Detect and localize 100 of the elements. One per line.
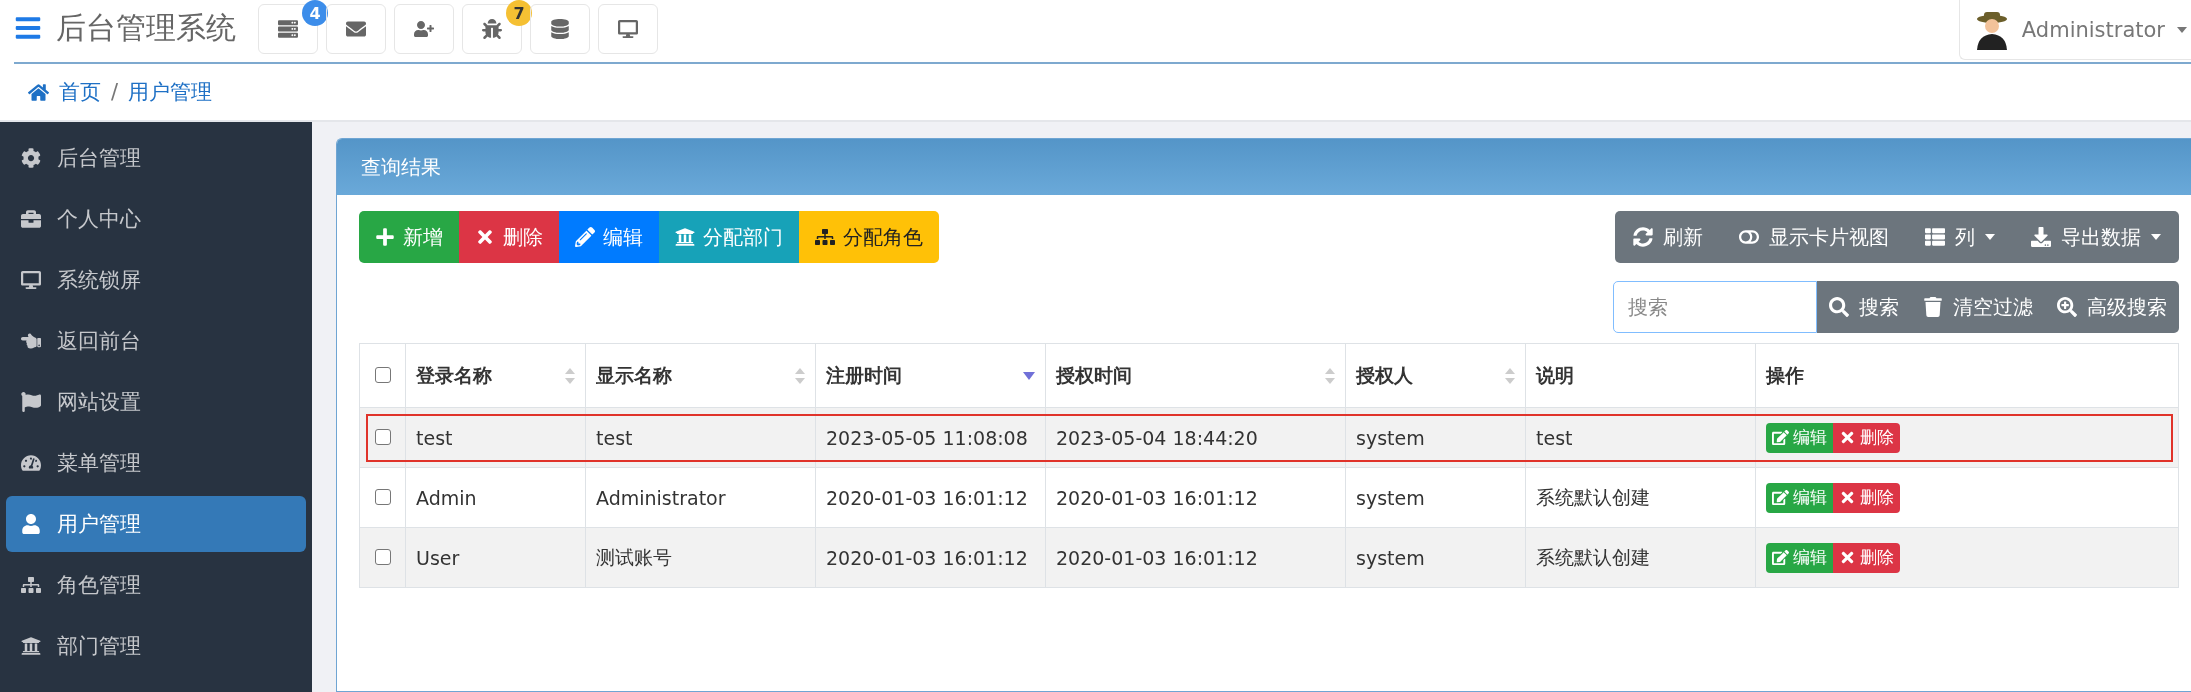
delete-button[interactable]: 删除 <box>1833 422 1900 453</box>
toolbar-icon-button[interactable] <box>326 4 386 54</box>
delete-button[interactable]: 删除 <box>1833 482 1900 513</box>
search-button[interactable]: 高级搜索 <box>2045 281 2179 333</box>
sitemap-icon <box>815 227 835 247</box>
table-cell: system <box>1345 527 1526 588</box>
toolbar-icon-button[interactable] <box>530 4 590 54</box>
user-name: Administrator <box>2021 17 2165 42</box>
cross-icon <box>1839 429 1856 446</box>
zoom-in-icon <box>2057 297 2077 317</box>
toolbar-button[interactable]: 列 <box>1907 211 2013 263</box>
breadcrumb-separator: / <box>111 80 119 104</box>
sidebar-item[interactable]: 角色管理 <box>6 557 306 613</box>
add-button[interactable]: 新增 <box>359 211 459 263</box>
bank-icon <box>675 227 695 247</box>
table-cell: 2020-01-03 16:01:12 <box>815 467 1046 528</box>
count-badge: 7 <box>506 0 532 26</box>
user-icon <box>21 514 41 534</box>
column-header[interactable]: 说明 <box>1525 343 1756 408</box>
sitemap-icon <box>21 575 41 595</box>
edit-icon <box>1772 489 1789 506</box>
role-button[interactable]: 分配角色 <box>799 211 939 263</box>
search-button[interactable]: 搜索 <box>1817 281 1911 333</box>
monitor-icon <box>618 19 638 39</box>
sidebar-item[interactable]: 系统锁屏 <box>6 252 306 308</box>
delete-button[interactable]: 删除 <box>1833 542 1900 573</box>
delete-button[interactable]: 删除 <box>459 211 559 263</box>
column-header[interactable]: 注册时间 <box>815 343 1046 408</box>
column-header[interactable]: 授权时间 <box>1045 343 1346 408</box>
gauge-icon <box>21 453 41 473</box>
row-checkbox[interactable] <box>374 428 391 445</box>
table-cell: User <box>405 527 586 588</box>
toggle-icon <box>1739 227 1759 247</box>
toolbar-icon-button[interactable] <box>394 4 454 54</box>
search-button[interactable]: 清空过滤 <box>1911 281 2045 333</box>
breadcrumb-link[interactable]: 首页 <box>28 78 101 106</box>
toolbar-button[interactable]: 导出数据 <box>2013 211 2179 263</box>
hand-pointer-icon <box>21 331 41 351</box>
sidebar-item[interactable]: 返回前台 <box>6 313 306 369</box>
table-cell: 测试账号 <box>585 527 816 588</box>
menu-icon[interactable] <box>14 14 42 42</box>
monitor-icon <box>21 270 41 290</box>
edit-button[interactable]: 编辑 <box>1766 542 1833 573</box>
download-icon <box>2031 227 2051 247</box>
edit-button[interactable]: 编辑 <box>559 211 659 263</box>
dept-button[interactable]: 分配部门 <box>659 211 799 263</box>
sidebar-item[interactable]: 用户管理 <box>6 496 306 552</box>
gear-icon <box>21 148 41 168</box>
row-checkbox[interactable] <box>374 488 391 505</box>
edit-icon <box>1772 549 1789 566</box>
table-cell: Administrator <box>585 467 816 528</box>
cross-icon <box>1839 549 1856 566</box>
sidebar-item[interactable]: 后台管理 <box>6 130 306 186</box>
sidebar-item[interactable]: 网站设置 <box>6 374 306 430</box>
column-header[interactable]: 操作 <box>1755 343 2179 408</box>
pencil-icon <box>575 227 595 247</box>
table-cell: 2023-05-04 18:44:20 <box>1045 407 1346 468</box>
table-cell: Admin <box>405 467 586 528</box>
search-field[interactable]: 搜索 <box>1613 281 1817 333</box>
table-cell: 2023-05-05 11:08:08 <box>815 407 1046 468</box>
table-cell: test <box>585 407 816 468</box>
sidebar-item[interactable]: 个人中心 <box>6 191 306 247</box>
table-cell: 系统默认创建 <box>1525 467 1756 528</box>
sidebar-item[interactable]: 菜单管理 <box>6 435 306 491</box>
list-icon <box>1925 227 1945 247</box>
table-row[interactable]: Admin Administrator 2020-01-03 16:01:12 2020-01-03 16:01:12 system 系统默认创建 编辑 删除 <box>359 467 2179 528</box>
envelope-icon <box>346 19 366 39</box>
user-menu[interactable]: Administrator <box>1958 0 2191 60</box>
briefcase-icon <box>21 209 41 229</box>
table-cell: system <box>1345 467 1526 528</box>
table-cell: 2020-01-03 16:01:12 <box>815 527 1046 588</box>
table-row[interactable]: User 测试账号 2020-01-03 16:01:12 2020-01-03 16:01:12 system 系统默认创建 编辑 删除 <box>359 527 2179 588</box>
home-icon <box>28 81 49 103</box>
edit-button[interactable]: 编辑 <box>1766 482 1833 513</box>
select-all-checkbox[interactable] <box>374 366 391 383</box>
cross-icon <box>1839 489 1856 506</box>
user-plus-icon <box>414 19 434 39</box>
column-header[interactable]: 显示名称 <box>585 343 816 408</box>
plus-icon <box>375 227 395 247</box>
table-row[interactable]: test test 2023-05-05 11:08:08 2023-05-04 18:44:20 system test 编辑 删除 <box>359 407 2179 468</box>
server-icon <box>278 19 298 39</box>
row-checkbox[interactable] <box>374 548 391 565</box>
table-cell: system <box>1345 407 1526 468</box>
column-header[interactable]: 登录名称 <box>405 343 586 408</box>
trash-icon <box>1923 297 1943 317</box>
edit-button[interactable]: 编辑 <box>1766 422 1833 453</box>
sidebar-item[interactable]: 部门管理 <box>6 618 306 674</box>
breadcrumb-link[interactable]: 用户管理 <box>128 78 213 106</box>
count-badge: 4 <box>302 0 328 26</box>
toolbar-button[interactable]: 刷新 <box>1615 211 1721 263</box>
toolbar-button[interactable]: 显示卡片视图 <box>1721 211 1907 263</box>
table-cell: 2020-01-03 16:01:12 <box>1045 527 1346 588</box>
toolbar-icon-button[interactable] <box>462 4 522 54</box>
column-header[interactable]: 授权人 <box>1345 343 1526 408</box>
table-cell: 系统默认创建 <box>1525 527 1756 588</box>
bank-icon <box>21 636 41 656</box>
table-cell: 2020-01-03 16:01:12 <box>1045 467 1346 528</box>
bug-icon <box>482 19 502 39</box>
table-cell: test <box>405 407 586 468</box>
toolbar-icon-button[interactable] <box>598 4 658 54</box>
